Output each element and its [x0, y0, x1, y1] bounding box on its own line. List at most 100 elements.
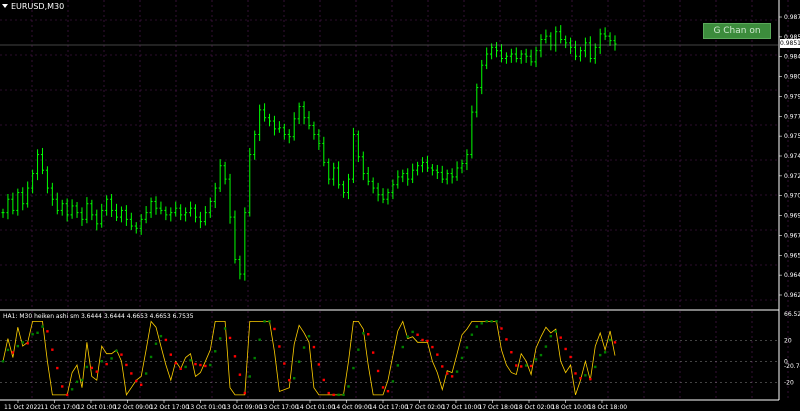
oscillator-dot — [450, 375, 454, 378]
oscillator-dot — [273, 327, 276, 331]
price-tick-label: 0.97750 — [784, 113, 800, 120]
oscillator-dot — [465, 346, 469, 349]
price-tick-label: 0.96265 — [784, 292, 800, 299]
price-tick-label: 0.98415 — [784, 54, 800, 61]
oscillator-dot — [426, 339, 429, 343]
oscillator-dot — [174, 361, 177, 365]
oscillator-dot — [70, 388, 74, 391]
oscillator-dot — [218, 337, 222, 340]
oscillator-dot — [534, 358, 538, 361]
oscillator-dot — [317, 363, 321, 366]
sub-tick-label: 20 — [784, 337, 792, 344]
oscillator-dot — [490, 320, 493, 323]
oscillator-dot — [11, 351, 15, 354]
sub-tick-label: -20 — [784, 379, 794, 386]
oscillator-dot — [376, 369, 380, 373]
oscillator-dot — [302, 346, 306, 349]
oscillator-dot — [105, 362, 108, 366]
oscillator-dot — [515, 364, 518, 367]
oscillator-dot — [549, 335, 553, 338]
oscillator-dot — [46, 330, 49, 333]
oscillator-dot — [613, 341, 617, 344]
oscillator-dot — [268, 320, 271, 323]
oscillator-dot — [125, 363, 128, 367]
oscillator-dot — [1, 360, 5, 363]
oscillator-dot — [288, 378, 291, 382]
oscillator-dot — [283, 362, 286, 365]
oscillator-dot — [16, 344, 20, 348]
oscillator-dot — [169, 353, 173, 356]
price-tick-label: 0.97420 — [784, 153, 800, 160]
oscillator-dot — [238, 373, 242, 376]
oscillator-dot — [209, 363, 212, 367]
oscillator-dot — [401, 345, 404, 349]
oscillator-dot — [41, 325, 44, 328]
g-chan-on-button[interactable]: G Chan on — [703, 23, 771, 39]
oscillator-dot — [371, 351, 375, 354]
time-tick-label: 13 Oct 17:00 — [260, 404, 299, 411]
time-tick-label: 12 Oct 17:00 — [150, 404, 189, 411]
price-tick-label: 0.97920 — [784, 93, 800, 100]
oscillator-dot — [65, 393, 69, 397]
sub-tick-label: -20.7497 — [784, 363, 800, 370]
oscillator-dot — [505, 338, 508, 341]
oscillator-dot — [579, 376, 582, 380]
oscillator-dot — [603, 351, 607, 354]
oscillator-dot — [332, 393, 335, 397]
price-tick-label: 0.97585 — [784, 133, 800, 140]
oscillator-dot — [520, 365, 523, 368]
oscillator-dot — [258, 338, 261, 341]
oscillator-dot — [539, 353, 543, 357]
oscillator-dot — [199, 363, 202, 367]
oscillator-dot — [381, 386, 385, 389]
price-tick-label: 0.96430 — [784, 272, 800, 279]
oscillator-dot — [500, 327, 503, 330]
oscillator-dot — [337, 393, 340, 397]
subwindow-label: HA1: M30 heiken ashi sm 3.6444 3.6444 4.… — [3, 313, 194, 320]
oscillator-dot — [149, 355, 153, 359]
time-tick-label: 13 Oct 01:00 — [187, 404, 226, 411]
oscillator-dot — [204, 364, 207, 368]
oscillator-dot — [460, 356, 464, 360]
oscillator-dot — [243, 391, 247, 395]
oscillator-dot — [441, 365, 444, 368]
oscillator-dot — [396, 364, 400, 367]
oscillator-dot — [253, 356, 256, 360]
oscillator-dot — [130, 372, 133, 375]
oscillator-dot — [228, 336, 232, 340]
oscillator-dot — [594, 365, 597, 369]
oscillator-dot — [95, 370, 98, 373]
oscillator-dot — [589, 377, 592, 381]
oscillator-dot — [554, 330, 557, 333]
time-tick-label: 11 Oct 2022 — [4, 404, 41, 411]
time-tick-label: 14 Oct 01:00 — [296, 404, 335, 411]
time-tick-label: 17 Oct 02:00 — [406, 404, 445, 411]
time-tick-label: 12 Oct 01:00 — [77, 404, 116, 411]
oscillator-dot — [608, 338, 612, 342]
oscillator-dot — [26, 342, 29, 345]
oscillator-dot — [598, 353, 602, 357]
oscillator-dot — [223, 327, 227, 330]
oscillator-dot — [312, 345, 316, 349]
chart-canvas[interactable]: 0.987450.985800.984150.980850.979200.977… — [0, 0, 800, 411]
oscillator-dot — [110, 357, 113, 360]
oscillator-dot — [367, 333, 370, 336]
oscillator-dot — [416, 333, 419, 336]
oscillator-dot — [31, 333, 34, 336]
oscillator-dot — [6, 348, 10, 352]
time-tick-label: 18 Oct 18:00 — [588, 404, 627, 411]
time-tick-label: 17 Oct 10:00 — [442, 404, 481, 411]
oscillator-dot — [362, 332, 365, 335]
oscillator-dot — [510, 351, 513, 354]
oscillator-dot — [445, 372, 449, 375]
price-tick-label: 0.98085 — [784, 74, 800, 81]
oscillator-dot — [406, 335, 409, 338]
time-tick-label: 14 Oct 17:00 — [369, 404, 408, 411]
oscillator-dot — [144, 372, 148, 375]
symbol-text: EURUSD,M30 — [11, 2, 65, 11]
symbol-label: EURUSD,M30 — [2, 2, 64, 11]
oscillator-dot — [431, 345, 434, 349]
dropdown-triangle-icon[interactable] — [2, 4, 8, 8]
oscillator-dot — [184, 365, 187, 369]
oscillator-dot — [100, 360, 103, 363]
